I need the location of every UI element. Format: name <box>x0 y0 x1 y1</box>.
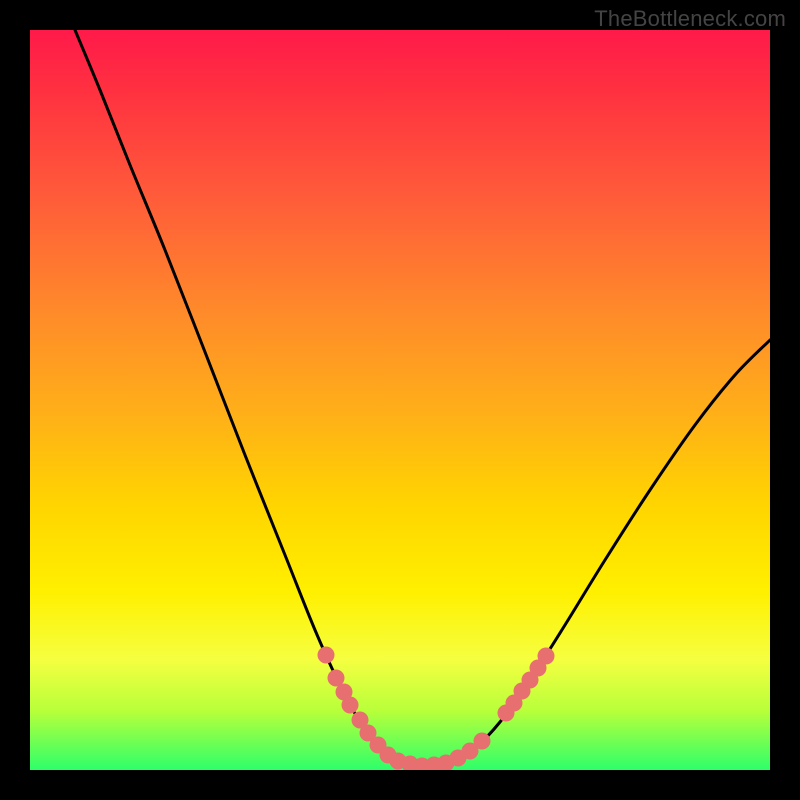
highlight-dot <box>318 647 335 664</box>
bottleneck-curve-svg <box>30 30 770 770</box>
highlight-dots-group <box>318 647 555 771</box>
bottleneck-curve-path <box>75 30 770 766</box>
highlight-dot <box>538 648 555 665</box>
attribution-text: TheBottleneck.com <box>594 6 786 32</box>
highlight-dot <box>342 697 359 714</box>
chart-frame: TheBottleneck.com <box>0 0 800 800</box>
highlight-dot <box>474 733 491 750</box>
chart-plot-area <box>30 30 770 770</box>
